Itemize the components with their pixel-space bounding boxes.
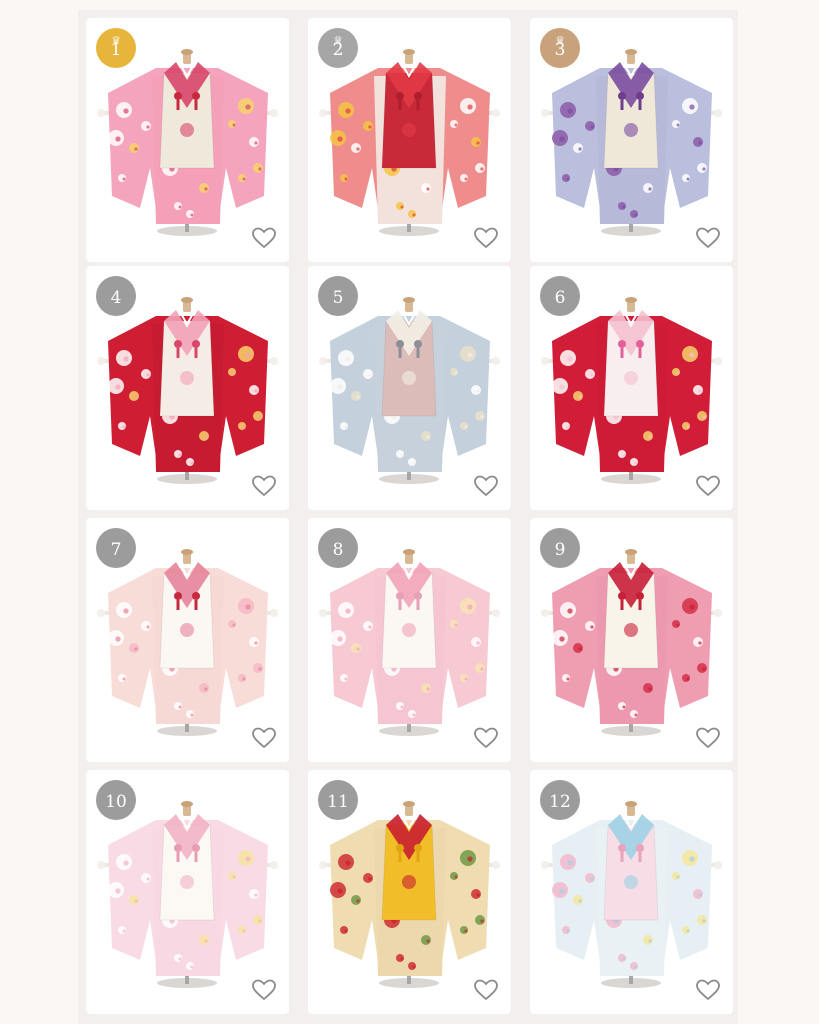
favorite-heart-icon[interactable]	[473, 726, 499, 750]
rank-number: 6	[554, 288, 566, 308]
product-card[interactable]: 9	[530, 518, 733, 762]
product-card[interactable]: 8	[308, 518, 511, 762]
rank-badge: ♛ 1	[96, 28, 136, 68]
rank-number: 10	[105, 792, 127, 812]
rank-badge: 11	[318, 780, 358, 820]
rank-number: 12	[549, 792, 571, 812]
rank-number: 1	[110, 40, 122, 60]
product-card[interactable]: 6	[530, 266, 733, 510]
rank-badge: ♛ 3	[540, 28, 580, 68]
product-card[interactable]: 5	[308, 266, 511, 510]
rank-badge: 7	[96, 528, 136, 568]
product-card[interactable]: ♛ 1	[86, 18, 289, 262]
favorite-heart-icon[interactable]	[473, 474, 499, 498]
rank-number: 2	[332, 40, 344, 60]
favorite-heart-icon[interactable]	[251, 226, 277, 250]
rank-badge: 12	[540, 780, 580, 820]
rank-badge: 8	[318, 528, 358, 568]
product-card[interactable]: 4	[86, 266, 289, 510]
favorite-heart-icon[interactable]	[473, 226, 499, 250]
favorite-heart-icon[interactable]	[251, 726, 277, 750]
rank-badge: ♛ 2	[318, 28, 358, 68]
favorite-heart-icon[interactable]	[695, 474, 721, 498]
favorite-heart-icon[interactable]	[473, 978, 499, 1002]
rank-badge: 9	[540, 528, 580, 568]
rank-number: 8	[332, 540, 344, 560]
product-card[interactable]: ♛ 2	[308, 18, 511, 262]
rank-number: 4	[110, 288, 122, 308]
favorite-heart-icon[interactable]	[251, 474, 277, 498]
kimono-ranking-panel: ♛ 1 ♛ 2 ♛ 3 4 5 6 7 8 9 10 11 12	[78, 10, 738, 1024]
rank-badge: 6	[540, 276, 580, 316]
favorite-heart-icon[interactable]	[251, 978, 277, 1002]
rank-number: 11	[327, 792, 349, 812]
product-card[interactable]: 11	[308, 770, 511, 1014]
product-card[interactable]: ♛ 3	[530, 18, 733, 262]
product-card[interactable]: 7	[86, 518, 289, 762]
rank-number: 9	[554, 540, 566, 560]
favorite-heart-icon[interactable]	[695, 726, 721, 750]
rank-badge: 10	[96, 780, 136, 820]
favorite-heart-icon[interactable]	[695, 978, 721, 1002]
rank-badge: 5	[318, 276, 358, 316]
favorite-heart-icon[interactable]	[695, 226, 721, 250]
product-card[interactable]: 10	[86, 770, 289, 1014]
rank-number: 7	[110, 540, 122, 560]
rank-number: 3	[554, 40, 566, 60]
product-card[interactable]: 12	[530, 770, 733, 1014]
rank-number: 5	[332, 288, 344, 308]
rank-badge: 4	[96, 276, 136, 316]
